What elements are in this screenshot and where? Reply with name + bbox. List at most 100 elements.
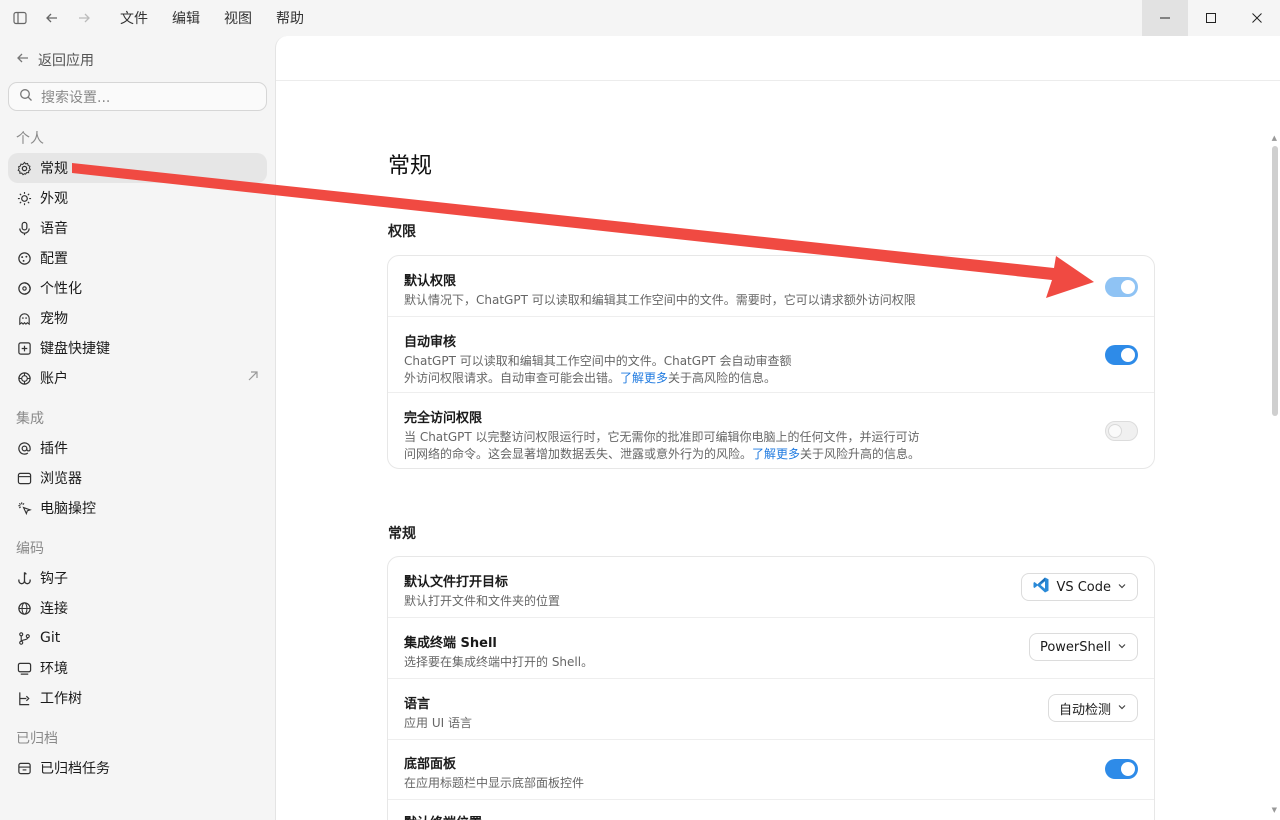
search-input[interactable]: 搜索设置... <box>8 82 267 111</box>
full-access-toggle[interactable] <box>1105 421 1138 441</box>
scrollbar-thumb[interactable] <box>1272 146 1278 416</box>
arrow-left-icon <box>16 51 30 69</box>
sidebar-item-git[interactable]: Git <box>8 623 267 653</box>
page-title: 常规 <box>388 154 433 179</box>
setting-title: 集成终端 Shell <box>404 636 497 651</box>
sidebar-item-label: 环境 <box>40 661 68 677</box>
setting-description: 在应用标题栏中显示底部面板控件 <box>404 776 585 790</box>
language-select[interactable]: 自动检测 <box>1047 694 1138 722</box>
section-title-permissions: 权限 <box>388 224 416 240</box>
back-to-app-link[interactable]: 返回应用 <box>0 44 275 76</box>
microphone-icon <box>16 220 32 236</box>
learn-more-link[interactable]: 了解更多 <box>752 447 800 461</box>
back-arrow-icon[interactable] <box>42 8 62 28</box>
sidebar-item-label: 浏览器 <box>40 471 82 487</box>
content-header <box>276 36 1280 81</box>
learn-more-link[interactable]: 了解更多 <box>620 371 668 385</box>
tree-icon <box>16 690 32 706</box>
sidebar-item-appearance[interactable]: 外观 <box>8 183 267 213</box>
monitor-icon <box>16 660 32 676</box>
sidebar-item-voice[interactable]: 语音 <box>8 213 267 243</box>
search-icon <box>19 88 33 106</box>
scroll-up-icon[interactable]: ▲ <box>1272 134 1277 142</box>
setting-description: 应用 UI 语言 <box>404 716 472 730</box>
hook-icon <box>16 570 32 586</box>
setting-row-default-permission: 默认权限 默认情况下，ChatGPT 可以读取和编辑其工作空间中的文件。需要时，… <box>388 256 1154 317</box>
sidebar-item-archived-tasks[interactable]: 已归档任务 <box>8 753 267 783</box>
settings-sidebar: 返回应用 搜索设置... 个人 常规 外观 语音 配置 个性化 宠物 键盘快捷键… <box>0 36 275 820</box>
sidebar-toggle-icon[interactable] <box>10 8 30 28</box>
sidebar-item-hooks[interactable]: 钩子 <box>8 563 267 593</box>
forward-arrow-icon[interactable] <box>74 8 94 28</box>
sidebar-item-personalization[interactable]: 个性化 <box>8 273 267 303</box>
sidebar-item-label: 外观 <box>40 191 68 207</box>
search-placeholder: 搜索设置... <box>41 89 111 106</box>
setting-description-line1: 当 ChatGPT 以完整访问权限运行时，它无需你的批准即可编辑你电脑上的任何文… <box>404 430 920 444</box>
sidebar-item-keyboard-shortcuts[interactable]: 键盘快捷键 <box>8 333 267 363</box>
vscode-icon <box>1032 576 1050 598</box>
maximize-button[interactable] <box>1188 0 1234 36</box>
section-title-general: 常规 <box>388 526 416 542</box>
setting-title: 默认权限 <box>404 274 457 289</box>
sidebar-item-label: 语音 <box>40 221 68 237</box>
scroll-down-icon[interactable]: ▼ <box>1272 806 1277 814</box>
cursor-icon <box>16 500 32 516</box>
setting-title: 默认终端位置 <box>404 812 1138 820</box>
sidebar-item-label: 配置 <box>40 251 68 267</box>
sidebar-item-computer-control[interactable]: 电脑操控 <box>8 493 267 523</box>
file-open-target-select[interactable]: VS Code <box>1021 573 1138 601</box>
section-title-integrations: 集成 <box>16 411 44 427</box>
menu-edit[interactable]: 编辑 <box>172 8 200 28</box>
setting-row-default-terminal-position: 默认终端位置 <box>388 800 1154 820</box>
browser-icon <box>16 470 32 486</box>
bottom-panel-toggle[interactable] <box>1105 759 1138 779</box>
sidebar-item-plugins[interactable]: 插件 <box>8 433 267 463</box>
minimize-button[interactable] <box>1142 0 1188 36</box>
auto-review-toggle[interactable] <box>1105 345 1138 365</box>
menu-file[interactable]: 文件 <box>120 8 148 28</box>
select-value: 自动检测 <box>1058 702 1111 718</box>
setting-row-bottom-panel: 底部面板 在应用标题栏中显示底部面板控件 <box>388 740 1154 800</box>
sidebar-item-label: Git <box>40 630 61 646</box>
sidebar-item-label: 账户 <box>40 371 68 387</box>
setting-description: ChatGPT 可以读取和编辑其工作空间中的文件。ChatGPT 会自动审查额 … <box>404 353 1138 387</box>
setting-description-tail: 关于风险升高的信息。 <box>800 447 921 461</box>
sidebar-item-general[interactable]: 常规 <box>8 153 267 183</box>
sliders-icon <box>16 250 32 266</box>
git-branch-icon <box>16 630 32 646</box>
sun-icon <box>16 190 32 206</box>
chevron-down-icon <box>1117 640 1127 655</box>
section-title-coding: 编码 <box>16 541 44 557</box>
sidebar-item-label: 钩子 <box>40 571 68 587</box>
pet-icon <box>16 310 32 326</box>
setting-title: 自动审核 <box>404 335 457 350</box>
menu-help[interactable]: 帮助 <box>276 8 304 28</box>
close-button[interactable] <box>1234 0 1280 36</box>
sidebar-item-connections[interactable]: 连接 <box>8 593 267 623</box>
sidebar-item-account[interactable]: 账户 <box>8 363 267 393</box>
section-title-personal: 个人 <box>16 131 44 147</box>
title-bar: 文件 编辑 视图 帮助 <box>0 0 1280 36</box>
terminal-shell-select[interactable]: PowerShell <box>1028 633 1138 661</box>
sidebar-item-label: 插件 <box>40 441 68 457</box>
select-value: PowerShell <box>1039 639 1111 655</box>
sidebar-item-browser[interactable]: 浏览器 <box>8 463 267 493</box>
sidebar-item-label: 已归档任务 <box>40 761 110 777</box>
external-link-icon <box>247 370 259 386</box>
sidebar-item-pet[interactable]: 宠物 <box>8 303 267 333</box>
setting-title: 底部面板 <box>404 757 457 772</box>
default-permission-toggle[interactable] <box>1105 277 1138 297</box>
sidebar-item-label: 工作树 <box>40 691 82 707</box>
setting-description-tail: 关于高风险的信息。 <box>668 371 777 385</box>
gear-icon <box>16 160 32 176</box>
setting-row-auto-review: 自动审核 ChatGPT 可以读取和编辑其工作空间中的文件。ChatGPT 会自… <box>388 317 1154 393</box>
menu-view[interactable]: 视图 <box>224 8 252 28</box>
archive-icon <box>16 760 32 776</box>
sidebar-item-label: 常规 <box>40 161 68 177</box>
sidebar-item-worktree[interactable]: 工作树 <box>8 683 267 713</box>
sidebar-item-label: 电脑操控 <box>40 501 96 517</box>
section-title-archived: 已归档 <box>16 731 58 747</box>
sidebar-item-environment[interactable]: 环境 <box>8 653 267 683</box>
sidebar-item-config[interactable]: 配置 <box>8 243 267 273</box>
chevron-down-icon <box>1117 580 1127 595</box>
